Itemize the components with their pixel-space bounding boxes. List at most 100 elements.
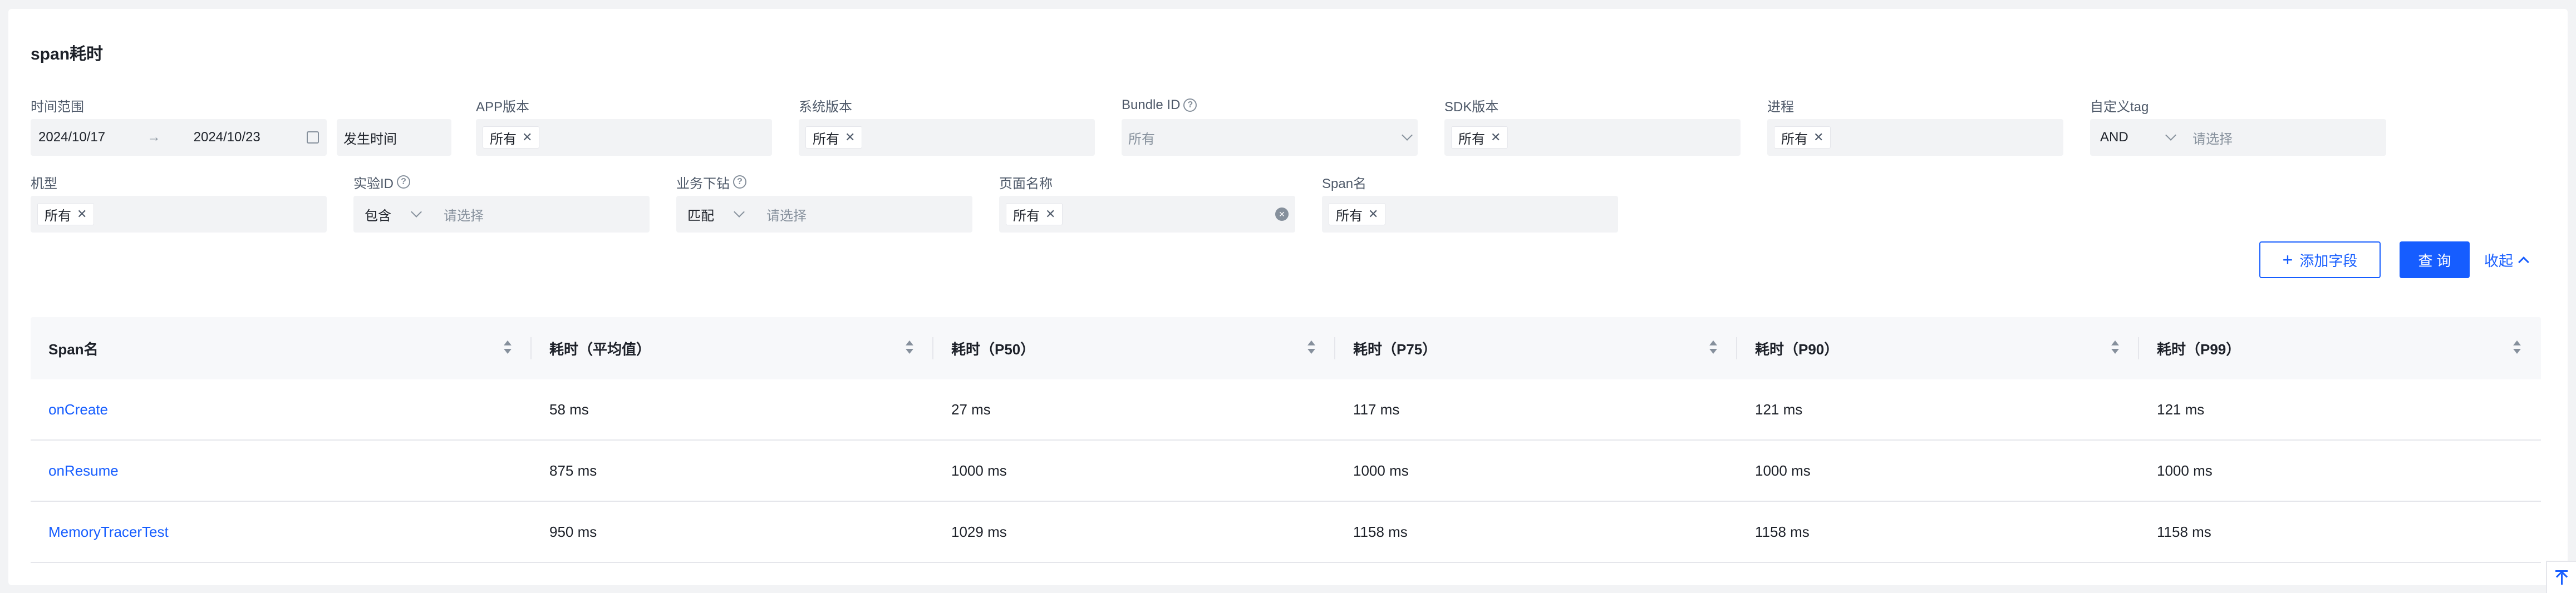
custom-tag-placeholder: 请选择	[2192, 131, 2233, 147]
experiment-op-value: 包含	[365, 208, 391, 224]
page-name-label: 页面名称	[999, 176, 1053, 191]
app-version-select[interactable]: 所有 ✕	[476, 119, 772, 156]
date-end[interactable]: 2024/10/23	[194, 130, 260, 145]
help-icon[interactable]: ?	[397, 175, 410, 189]
custom-tag-op-select[interactable]: AND	[2090, 119, 2185, 156]
device-model-label: 机型	[31, 176, 57, 191]
experiment-placeholder: 请选择	[444, 208, 484, 224]
experiment-value-select[interactable]: 请选择	[431, 196, 650, 233]
span-name-link[interactable]: onCreate	[31, 379, 532, 439]
process-select[interactable]: 所有 ✕	[1767, 119, 2063, 156]
sort-icon	[906, 340, 913, 354]
column-header-span-name[interactable]: Span名	[31, 317, 532, 379]
sdk-version-label: SDK版本	[1444, 99, 1499, 115]
table-cell: 1158 ms	[1353, 523, 1408, 540]
device-model-tag: 所有 ✕	[37, 203, 95, 225]
table-cell: 1158 ms	[1755, 523, 1810, 540]
close-icon[interactable]: ✕	[77, 207, 87, 221]
bundle-id-value: 所有	[1128, 131, 1155, 147]
time-type-select[interactable]: 发生时间	[337, 119, 451, 156]
clear-icon[interactable]: ✕	[1275, 207, 1289, 221]
query-button[interactable]: 查 询	[2400, 241, 2470, 278]
help-icon[interactable]: ?	[733, 175, 746, 189]
table-cell: 121 ms	[2157, 401, 2205, 418]
biz-op-value: 匹配	[687, 208, 714, 224]
table-cell: 1000 ms	[1755, 462, 1811, 479]
back-to-top-button[interactable]	[2546, 561, 2576, 593]
time-range-label: 时间范围	[31, 99, 84, 115]
add-field-button[interactable]: + 添加字段	[2259, 241, 2381, 278]
table-header: Span名 耗时（平均值） 耗时（P50） 耗时（P75） 耗时（P90） 耗时…	[31, 317, 2541, 379]
column-header-p50[interactable]: 耗时（P50）	[933, 317, 1335, 379]
os-version-select[interactable]: 所有 ✕	[799, 119, 1095, 156]
close-icon[interactable]: ✕	[1368, 207, 1378, 221]
span-name-select[interactable]: 所有 ✕	[1322, 196, 1618, 233]
chevron-down-icon	[411, 206, 422, 218]
column-header-p75[interactable]: 耗时（P75）	[1335, 317, 1737, 379]
bundle-id-select[interactable]: 所有	[1122, 119, 1418, 156]
experiment-op-select[interactable]: 包含	[353, 196, 431, 233]
span-name-tag: 所有 ✕	[1329, 203, 1386, 225]
app-version-label: APP版本	[476, 99, 530, 115]
os-version-tag: 所有 ✕	[805, 126, 863, 149]
table-row: MemoryTracerTest 950 ms 1029 ms 1158 ms …	[31, 502, 2541, 563]
table-cell: 1000 ms	[2157, 462, 2213, 479]
chevron-down-icon	[2165, 130, 2176, 141]
sort-icon	[1307, 340, 1315, 354]
date-range-picker[interactable]: 2024/10/17 → 2024/10/23	[31, 119, 327, 156]
custom-tag-label: 自定义tag	[2090, 99, 2149, 115]
span-duration-table: Span名 耗时（平均值） 耗时（P50） 耗时（P75） 耗时（P90） 耗时…	[31, 317, 2541, 563]
table-cell: 1029 ms	[951, 523, 1007, 540]
table-row: onCreate 58 ms 27 ms 117 ms 121 ms 121 m…	[31, 379, 2541, 441]
date-range-arrow: →	[147, 130, 161, 145]
column-header-p90[interactable]: 耗时（P90）	[1737, 317, 2139, 379]
span-name-link[interactable]: onResume	[31, 441, 532, 501]
chevron-up-icon	[2518, 256, 2529, 268]
close-icon[interactable]: ✕	[1813, 130, 1823, 145]
chevron-down-icon	[734, 206, 745, 218]
page-title: span耗时	[31, 45, 104, 63]
table-cell: 875 ms	[549, 462, 597, 479]
device-model-select[interactable]: 所有 ✕	[31, 196, 327, 233]
close-icon[interactable]: ✕	[1491, 130, 1501, 145]
custom-tag-value-select[interactable]: 请选择	[2185, 119, 2386, 156]
bundle-id-label: Bundle ID?	[1122, 97, 1197, 113]
table-cell: 1158 ms	[2157, 523, 2211, 540]
table-cell: 1000 ms	[1353, 462, 1409, 479]
biz-placeholder: 请选择	[766, 208, 807, 224]
main-card: span耗时 时间范围 2024/10/17 → 2024/10/23 发生时间…	[8, 9, 2568, 585]
span-name-label: Span名	[1322, 176, 1367, 191]
biz-drilldown-label: 业务下钻?	[676, 174, 746, 191]
biz-op-select[interactable]: 匹配	[676, 196, 754, 233]
sort-icon	[504, 340, 512, 354]
time-type-value: 发生时间	[343, 131, 397, 147]
close-icon[interactable]: ✕	[522, 130, 532, 145]
app-version-tag: 所有 ✕	[483, 126, 540, 149]
biz-value-select[interactable]: 请选择	[754, 196, 972, 233]
plus-icon: +	[2282, 250, 2293, 270]
sort-icon	[2513, 340, 2521, 354]
sdk-version-tag: 所有 ✕	[1451, 126, 1508, 149]
process-label: 进程	[1767, 99, 1794, 115]
help-icon[interactable]: ?	[1183, 98, 1197, 112]
table-cell: 117 ms	[1353, 401, 1400, 418]
os-version-label: 系统版本	[799, 99, 852, 115]
close-icon[interactable]: ✕	[1045, 207, 1055, 221]
span-name-link[interactable]: MemoryTracerTest	[31, 502, 532, 562]
column-header-p99[interactable]: 耗时（P99）	[2139, 317, 2541, 379]
sort-icon	[2111, 340, 2119, 354]
page-name-select[interactable]: 所有 ✕ ✕	[999, 196, 1295, 233]
sort-icon	[1709, 340, 1717, 354]
column-header-avg[interactable]: 耗时（平均值）	[532, 317, 933, 379]
table-cell: 121 ms	[1755, 401, 1803, 418]
date-start[interactable]: 2024/10/17	[38, 130, 105, 145]
sdk-version-select[interactable]: 所有 ✕	[1444, 119, 1741, 156]
table-row: onResume 875 ms 1000 ms 1000 ms 1000 ms …	[31, 441, 2541, 502]
close-icon[interactable]: ✕	[845, 130, 855, 145]
page-name-tag: 所有 ✕	[1006, 203, 1063, 225]
collapse-button[interactable]: 收起	[2484, 241, 2545, 278]
table-cell: 27 ms	[951, 401, 991, 418]
table-cell: 58 ms	[549, 401, 589, 418]
table-cell: 1000 ms	[951, 462, 1007, 479]
calendar-icon[interactable]	[307, 131, 319, 144]
